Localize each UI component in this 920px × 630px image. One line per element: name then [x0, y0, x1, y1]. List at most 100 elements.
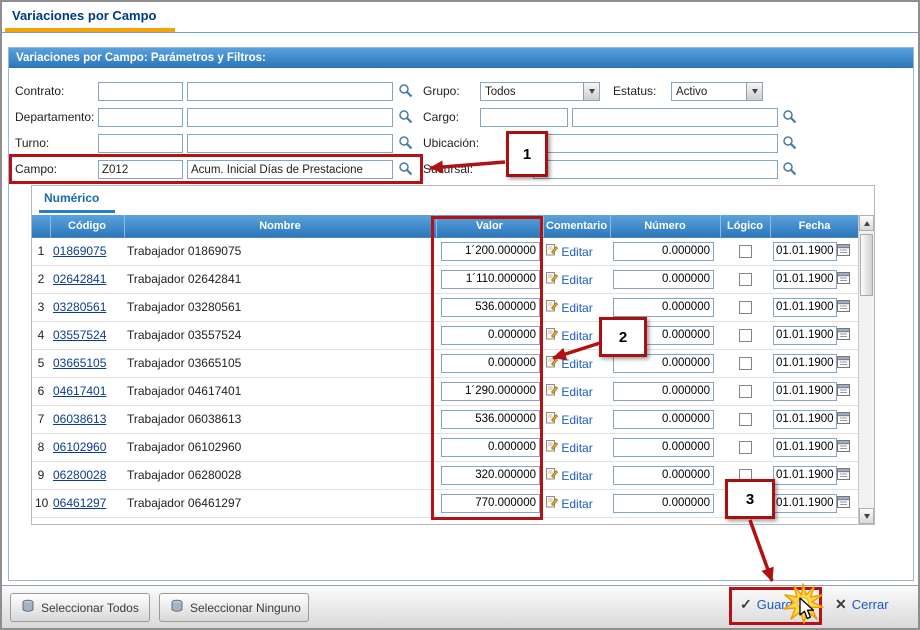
- codigo-link[interactable]: 02642841: [53, 272, 106, 286]
- tab-numerico[interactable]: Numérico: [44, 191, 99, 205]
- logico-checkbox[interactable]: [739, 357, 752, 370]
- contrato-desc-input[interactable]: [187, 82, 393, 101]
- calendar-icon[interactable]: [837, 413, 850, 427]
- select-none-label: Seleccionar Ninguno: [190, 601, 301, 615]
- numero-input[interactable]: [613, 438, 714, 457]
- codigo-link[interactable]: 06038613: [53, 412, 106, 426]
- codigo-link[interactable]: 06102960: [53, 440, 106, 454]
- select-none-button[interactable]: Seleccionar Ninguno: [159, 593, 309, 622]
- calendar-icon[interactable]: [837, 329, 850, 343]
- departamento-code-input[interactable]: [98, 108, 183, 127]
- numero-input[interactable]: [613, 410, 714, 429]
- calendar-icon[interactable]: [837, 245, 850, 259]
- codigo-link[interactable]: 01869075: [53, 244, 106, 258]
- close-button[interactable]: ✕ Cerrar: [835, 596, 889, 613]
- editar-link[interactable]: Editar: [561, 413, 592, 427]
- vertical-scrollbar[interactable]: [858, 215, 874, 524]
- sucursal-search-icon[interactable]: [782, 161, 797, 177]
- fecha-input[interactable]: [773, 242, 837, 261]
- select-all-button[interactable]: Seleccionar Todos: [10, 593, 150, 622]
- numero-input[interactable]: [613, 242, 714, 261]
- codigo-link[interactable]: 03557524: [53, 328, 106, 342]
- fecha-input[interactable]: [773, 354, 837, 373]
- annotation-step-1: 1: [506, 131, 548, 177]
- codigo-link[interactable]: 03280561: [53, 300, 106, 314]
- valor-input[interactable]: [441, 326, 540, 345]
- departamento-desc-input[interactable]: [187, 108, 393, 127]
- save-button[interactable]: ✓ Guardar: [740, 596, 804, 613]
- calendar-icon[interactable]: [837, 357, 850, 371]
- campo-search-icon[interactable]: [398, 161, 413, 177]
- logico-checkbox[interactable]: [739, 441, 752, 454]
- campo-code-input[interactable]: [98, 160, 183, 179]
- turno-search-icon[interactable]: [398, 135, 413, 151]
- logico-checkbox[interactable]: [739, 385, 752, 398]
- scroll-down-icon[interactable]: [859, 508, 874, 524]
- editar-link[interactable]: Editar: [561, 245, 592, 259]
- contrato-code-input[interactable]: [98, 82, 183, 101]
- tab-variaciones[interactable]: Variaciones por Campo: [12, 8, 157, 23]
- editar-link[interactable]: Editar: [561, 469, 592, 483]
- valor-input[interactable]: [441, 494, 540, 513]
- calendar-icon[interactable]: [837, 441, 850, 455]
- scrollbar-thumb[interactable]: [860, 234, 873, 296]
- numero-input[interactable]: [613, 382, 714, 401]
- numero-input[interactable]: [613, 270, 714, 289]
- numero-input[interactable]: [613, 298, 714, 317]
- editar-link[interactable]: Editar: [561, 301, 592, 315]
- valor-input[interactable]: [441, 298, 540, 317]
- valor-input[interactable]: [441, 242, 540, 261]
- ubicacion-input[interactable]: [533, 134, 778, 153]
- codigo-link[interactable]: 06461297: [53, 496, 106, 510]
- logico-checkbox[interactable]: [739, 413, 752, 426]
- logico-checkbox[interactable]: [739, 245, 752, 258]
- sucursal-input[interactable]: [533, 160, 778, 179]
- valor-input[interactable]: [441, 466, 540, 485]
- turno-code-input[interactable]: [98, 134, 183, 153]
- cargo-desc-input[interactable]: [572, 108, 778, 127]
- logico-checkbox[interactable]: [739, 273, 752, 286]
- valor-input[interactable]: [441, 382, 540, 401]
- cargo-code-input[interactable]: [480, 108, 568, 127]
- cargo-search-icon[interactable]: [782, 109, 797, 125]
- numero-input[interactable]: [613, 494, 714, 513]
- editar-link[interactable]: Editar: [561, 329, 592, 343]
- departamento-search-icon[interactable]: [398, 109, 413, 125]
- fecha-input[interactable]: [773, 466, 837, 485]
- logico-checkbox[interactable]: [739, 301, 752, 314]
- campo-desc-input[interactable]: [187, 160, 393, 179]
- fecha-input[interactable]: [773, 438, 837, 457]
- calendar-icon[interactable]: [837, 385, 850, 399]
- valor-input[interactable]: [441, 410, 540, 429]
- calendar-icon[interactable]: [837, 469, 850, 483]
- fecha-input[interactable]: [773, 494, 837, 513]
- fecha-input[interactable]: [773, 270, 837, 289]
- editar-link[interactable]: Editar: [561, 357, 592, 371]
- fecha-input[interactable]: [773, 382, 837, 401]
- turno-desc-input[interactable]: [187, 134, 393, 153]
- contrato-search-icon[interactable]: [398, 83, 413, 99]
- codigo-link[interactable]: 06280028: [53, 468, 106, 482]
- fecha-input[interactable]: [773, 326, 837, 345]
- fecha-input[interactable]: [773, 298, 837, 317]
- edit-icon: [546, 497, 558, 511]
- ubicacion-search-icon[interactable]: [782, 135, 797, 151]
- codigo-link[interactable]: 04617401: [53, 384, 106, 398]
- grupo-select[interactable]: Todos: [480, 82, 600, 101]
- editar-link[interactable]: Editar: [561, 273, 592, 287]
- editar-link[interactable]: Editar: [561, 385, 592, 399]
- fecha-input[interactable]: [773, 410, 837, 429]
- valor-input[interactable]: [441, 354, 540, 373]
- editar-link[interactable]: Editar: [561, 497, 592, 511]
- calendar-icon[interactable]: [837, 301, 850, 315]
- logico-checkbox[interactable]: [739, 329, 752, 342]
- calendar-icon[interactable]: [837, 273, 850, 287]
- estatus-select[interactable]: Activo: [671, 82, 763, 101]
- calendar-icon[interactable]: [837, 497, 850, 511]
- valor-input[interactable]: [441, 270, 540, 289]
- numero-input[interactable]: [613, 466, 714, 485]
- codigo-link[interactable]: 03665105: [53, 356, 106, 370]
- editar-link[interactable]: Editar: [561, 441, 592, 455]
- scroll-up-icon[interactable]: [859, 215, 874, 231]
- valor-input[interactable]: [441, 438, 540, 457]
